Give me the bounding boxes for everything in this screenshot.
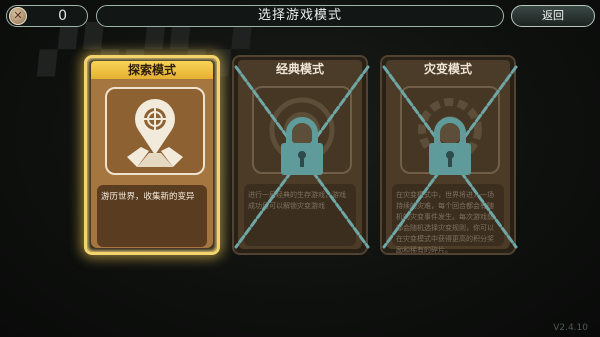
lock-icon bbox=[429, 117, 471, 175]
lock-icon bbox=[281, 117, 323, 175]
version-label: V2.4.10 bbox=[553, 323, 588, 333]
card-title: 经典模式 bbox=[238, 60, 362, 78]
card-description: 进行一局经典的生存游戏，游戏成功后可以解锁灾变游戏 bbox=[244, 184, 356, 246]
mode-card-disaster[interactable]: 灾变模式 在灾变模式中，世界将进入一场持续的灾难，每个回合都会有随机的灾变事件发… bbox=[380, 55, 518, 255]
card-title: 灾变模式 bbox=[386, 60, 510, 78]
coin-count: 0 bbox=[58, 8, 67, 24]
back-button[interactable]: 返回 bbox=[511, 5, 595, 27]
page-title: 选择游戏模式 bbox=[96, 5, 504, 27]
currency-display: ✕ 0 bbox=[6, 5, 88, 27]
coin-icon: ✕ bbox=[9, 7, 27, 25]
card-description: 游历世界，收集新的变异 bbox=[97, 185, 207, 247]
card-body: 游历世界，收集新的变异 bbox=[91, 79, 213, 248]
card-description: 在灾变模式中，世界将进入一场持续的灾难，每个回合都会有随机的灾变事件发生。每次游… bbox=[392, 184, 504, 254]
card-title: 探索模式 bbox=[91, 61, 213, 79]
mode-card-explore[interactable]: 探索模式 游历世界，收集新的变异 bbox=[84, 55, 220, 255]
map-pin-icon bbox=[105, 87, 205, 175]
mode-card-classic[interactable]: 经典模式 进行一局经典的生存游戏，游戏成功后可以解锁灾变游戏 bbox=[232, 55, 370, 255]
